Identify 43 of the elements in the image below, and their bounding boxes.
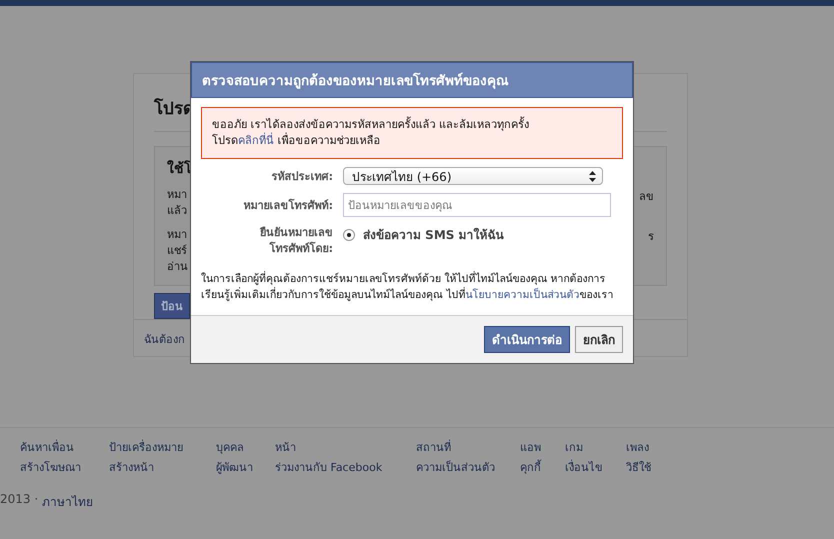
- footer-link[interactable]: เพลง: [626, 438, 651, 458]
- footer-link[interactable]: ป้ายเครื่องหมาย: [109, 438, 216, 458]
- continue-button[interactable]: ดำเนินการต่อ: [484, 326, 570, 353]
- error-message: ขออภัย เราได้ลองส่งข้อความรหัสหลายครั้งแล้ว และล้มเหลวทุกครั้ง โปรดคลิกที่นี่ เพื่อขอความช่วยเหลือ: [201, 107, 623, 159]
- stepper-arrows-icon: [589, 170, 596, 182]
- language-link[interactable]: ภาษาไทย: [42, 492, 94, 511]
- footer-link[interactable]: เกม: [565, 438, 626, 458]
- copyright-text: 2013 ·: [0, 492, 38, 508]
- text-line: หมา: [167, 187, 187, 203]
- footer-link[interactable]: แอพ: [520, 438, 565, 458]
- footer-link[interactable]: สร้างหน้า: [109, 458, 216, 478]
- text-line: ร: [648, 229, 654, 245]
- footer-link[interactable]: สร้างโฆษณา: [20, 458, 109, 478]
- footer-link[interactable]: วิธีใช้: [626, 458, 651, 478]
- help-link[interactable]: คลิกที่นี่: [238, 134, 274, 147]
- footer-link[interactable]: ค้นหาเพื่อน: [20, 438, 109, 458]
- text-line: อ่าน: [167, 259, 188, 275]
- section-heading: ใช้โ: [167, 159, 192, 179]
- text-line: แชร์: [167, 243, 187, 259]
- field-label: หมายเลขโทรศัพท์:: [242, 198, 334, 214]
- country-select[interactable]: ประเทศไทย (+66): [343, 167, 603, 185]
- privacy-link[interactable]: นโยบายความเป็นส่วนตัว: [465, 289, 580, 301]
- radio-button[interactable]: [343, 228, 355, 240]
- footer-link[interactable]: ความเป็นส่วนตัว: [416, 458, 520, 478]
- footer-link[interactable]: ร่วมงานกับ Facebook: [275, 458, 416, 478]
- footer-link[interactable]: บุคคล: [216, 438, 275, 458]
- text-line: หมา: [167, 227, 187, 243]
- footer-link[interactable]: เงื่อนไข: [565, 458, 626, 478]
- phone-field[interactable]: ป้อนหมายเลขของคุณ: [343, 193, 611, 217]
- text-line: ลข: [639, 189, 654, 205]
- dialog-title: ตรวจสอบความถูกต้องของหมายเลขโทรศัพท์ของคุณ: [191, 62, 633, 98]
- footer-link[interactable]: ผู้พัฒนา: [216, 458, 275, 478]
- footer-text: ฉันต้องก: [144, 333, 185, 346]
- footer-link[interactable]: หน้า: [275, 438, 416, 458]
- text-line: แล้ว: [167, 203, 187, 219]
- footer-link[interactable]: สถานที่: [416, 438, 520, 458]
- field-label: รหัสประเทศ:: [270, 169, 334, 185]
- info-text: ในการเลือกผู้ที่คุณต้องการแชร์หมายเลขโทรศัพท์ด้วย ให้ไปที่ไทม์ไลน์ของคุณ หากต้องการเรียนรู้เพิ่มเติมเกี่ยวกับการใช้ข้อมูลบนไทม์ไลน์ของคุณ ไปที่นโยบายความเป็นส่วนตัวของเรา: [201, 271, 614, 303]
- cancel-button[interactable]: ยกเลิก: [575, 326, 623, 353]
- enter-button[interactable]: ป้อน: [154, 293, 190, 319]
- field-label: ยืนยันหมายเลขโทรศัพท์โดย:: [258, 225, 334, 257]
- option-label: ส่งข้อความ SMS มาให้ฉัน: [363, 226, 504, 244]
- footer-link[interactable]: คุกกี้: [520, 458, 565, 478]
